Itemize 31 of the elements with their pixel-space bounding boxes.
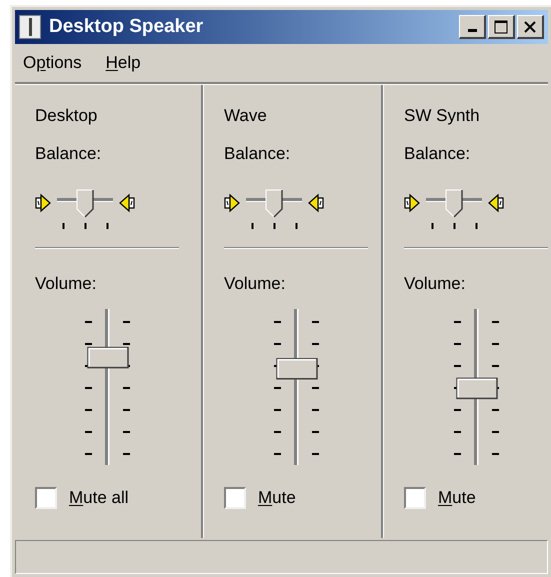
channel-name: Desktop	[35, 105, 98, 125]
menu-item[interactable]: Help	[106, 50, 141, 76]
close-icon	[524, 20, 536, 32]
speaker-icon	[119, 191, 135, 215]
minimize-button[interactable]	[459, 15, 486, 39]
speaker-icon	[35, 191, 51, 215]
speaker-icon	[308, 191, 324, 215]
close-button[interactable]	[517, 15, 544, 39]
mute-label: Mute	[258, 487, 296, 509]
mute-label: Mute all	[69, 487, 129, 509]
channel-name: SW Synth	[404, 105, 481, 125]
balance-label: Balance:	[35, 143, 102, 163]
volume-label: Volume:	[35, 273, 98, 293]
volume-label: Volume:	[224, 273, 286, 293]
maximize-button[interactable]	[488, 15, 515, 39]
speaker-icon	[404, 191, 420, 215]
volume-label: Volume:	[404, 273, 466, 293]
speaker-icon	[488, 191, 504, 215]
minimize-icon	[468, 29, 476, 32]
channel-name: Wave	[224, 105, 268, 125]
balance-label: Balance:	[404, 143, 472, 163]
mute-checkbox[interactable]	[224, 486, 246, 509]
window-title: Desktop Speaker	[49, 14, 204, 39]
app-icon	[19, 15, 41, 39]
speaker-icon	[224, 191, 240, 215]
mute-checkbox[interactable]	[35, 486, 57, 509]
mute-label: Mute	[438, 487, 476, 509]
maximize-icon	[494, 20, 508, 34]
mute-checkbox[interactable]	[404, 486, 426, 509]
balance-label: Balance:	[224, 143, 292, 163]
menu-item[interactable]: Options	[23, 50, 82, 76]
